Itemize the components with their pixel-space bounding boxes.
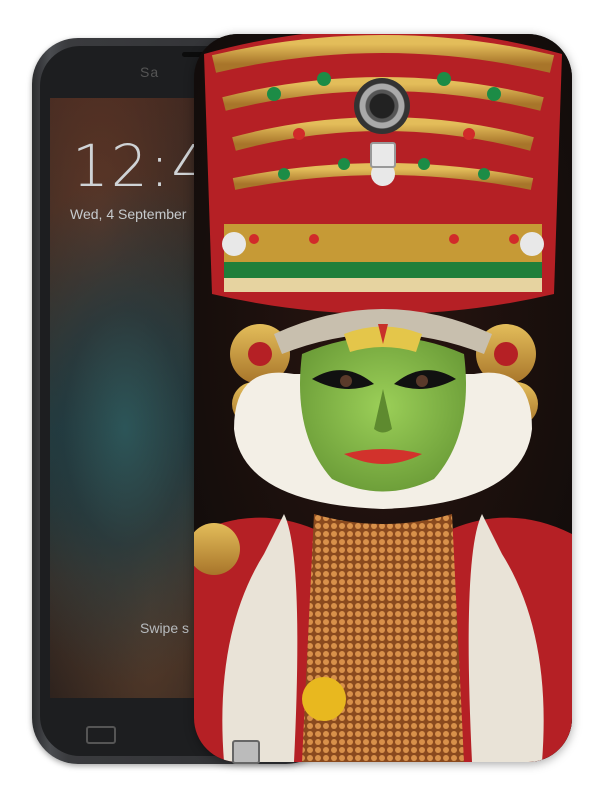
painted-face — [300, 324, 466, 492]
charging-port-icon — [232, 740, 260, 764]
camera-lens-icon — [354, 78, 410, 134]
unlock-hint: Swipe s — [140, 620, 190, 636]
menu-key-icon — [86, 726, 116, 744]
phone-brand-logo: Sa — [140, 64, 160, 80]
flash-icon — [370, 142, 396, 168]
crown — [204, 34, 562, 314]
lock-screen-time: 12:4 — [72, 132, 211, 200]
bead-necklace — [302, 514, 464, 762]
product-image: Sa 12:4 Wed, 4 September Swipe s — [0, 0, 600, 800]
lock-screen-date: Wed, 4 September — [70, 206, 187, 222]
